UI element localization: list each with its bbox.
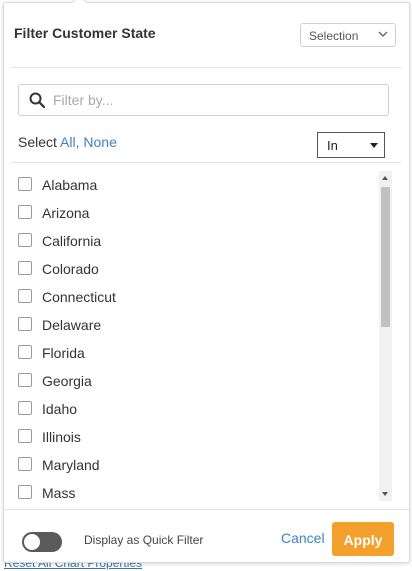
list-item[interactable]: Alabama [18, 171, 378, 199]
list-item[interactable]: Illinois [18, 423, 378, 451]
toggle-knob [24, 534, 40, 550]
filter-panel: Filter Customer State Selection Select A… [3, 0, 410, 563]
operator-value: In [327, 138, 338, 153]
list-item[interactable]: Arizona [18, 199, 378, 227]
item-label: Colorado [42, 261, 99, 277]
item-label: California [42, 233, 102, 249]
scroll-down-arrow-icon[interactable] [382, 492, 388, 496]
item-label: Connecticut [42, 289, 116, 305]
operator-select[interactable]: In [317, 132, 385, 158]
item-label: Arizona [42, 205, 90, 221]
list-item[interactable]: Colorado [18, 255, 378, 283]
checkbox[interactable] [18, 317, 32, 331]
filter-search-box[interactable] [18, 84, 389, 116]
checkbox[interactable] [18, 289, 32, 303]
checkbox[interactable] [18, 457, 32, 471]
panel-pointer [71, 0, 88, 11]
list-item[interactable]: Delaware [18, 311, 378, 339]
item-label: Florida [42, 345, 85, 361]
checkbox[interactable] [18, 345, 32, 359]
list-item[interactable]: Idaho [18, 395, 378, 423]
filter-mode-value: Selection [309, 29, 359, 43]
checkbox[interactable] [18, 485, 32, 499]
chevron-down-icon [378, 31, 388, 37]
list-item[interactable]: Connecticut [18, 283, 378, 311]
divider [4, 509, 409, 510]
checkbox[interactable] [18, 177, 32, 191]
list-item[interactable]: Mass [18, 479, 378, 501]
divider [12, 67, 401, 68]
filter-title: Filter Customer State [14, 25, 156, 41]
checkbox[interactable] [18, 373, 32, 387]
filter-search-input[interactable] [53, 90, 373, 110]
dropdown-arrow-icon [370, 143, 378, 148]
checkbox[interactable] [18, 233, 32, 247]
checkbox[interactable] [18, 205, 32, 219]
scroll-up-arrow-icon[interactable] [382, 176, 388, 180]
item-label: Idaho [42, 401, 78, 417]
checkbox[interactable] [18, 429, 32, 443]
item-label: Mass [42, 485, 76, 501]
list-item[interactable]: California [18, 227, 378, 255]
checkbox[interactable] [18, 261, 32, 275]
cancel-button[interactable]: Cancel [281, 530, 325, 546]
filter-mode-select[interactable]: Selection [300, 23, 396, 47]
item-label: Georgia [42, 373, 92, 389]
select-all-link[interactable]: All, [60, 134, 79, 150]
item-label: Alabama [42, 177, 98, 193]
apply-button[interactable]: Apply [332, 522, 394, 556]
divider [12, 162, 401, 163]
list-scrollbar[interactable] [379, 171, 392, 501]
item-label: Delaware [42, 317, 102, 333]
select-all-none-row: Select All, None [18, 134, 117, 150]
checkbox[interactable] [18, 401, 32, 415]
list-item[interactable]: Georgia [18, 367, 378, 395]
list-item[interactable]: Maryland [18, 451, 378, 479]
state-checkbox-list: Alabama Arizona California Colorado Conn… [18, 171, 378, 501]
quick-filter-label: Display as Quick Filter [84, 533, 204, 547]
select-label: Select [18, 134, 57, 150]
search-icon [29, 92, 45, 108]
item-label: Maryland [42, 457, 100, 473]
item-label: Illinois [42, 429, 81, 445]
list-item[interactable]: Florida [18, 339, 378, 367]
quick-filter-toggle[interactable] [22, 532, 62, 552]
scrollbar-thumb[interactable] [381, 187, 390, 327]
select-none-link[interactable]: None [83, 134, 116, 150]
